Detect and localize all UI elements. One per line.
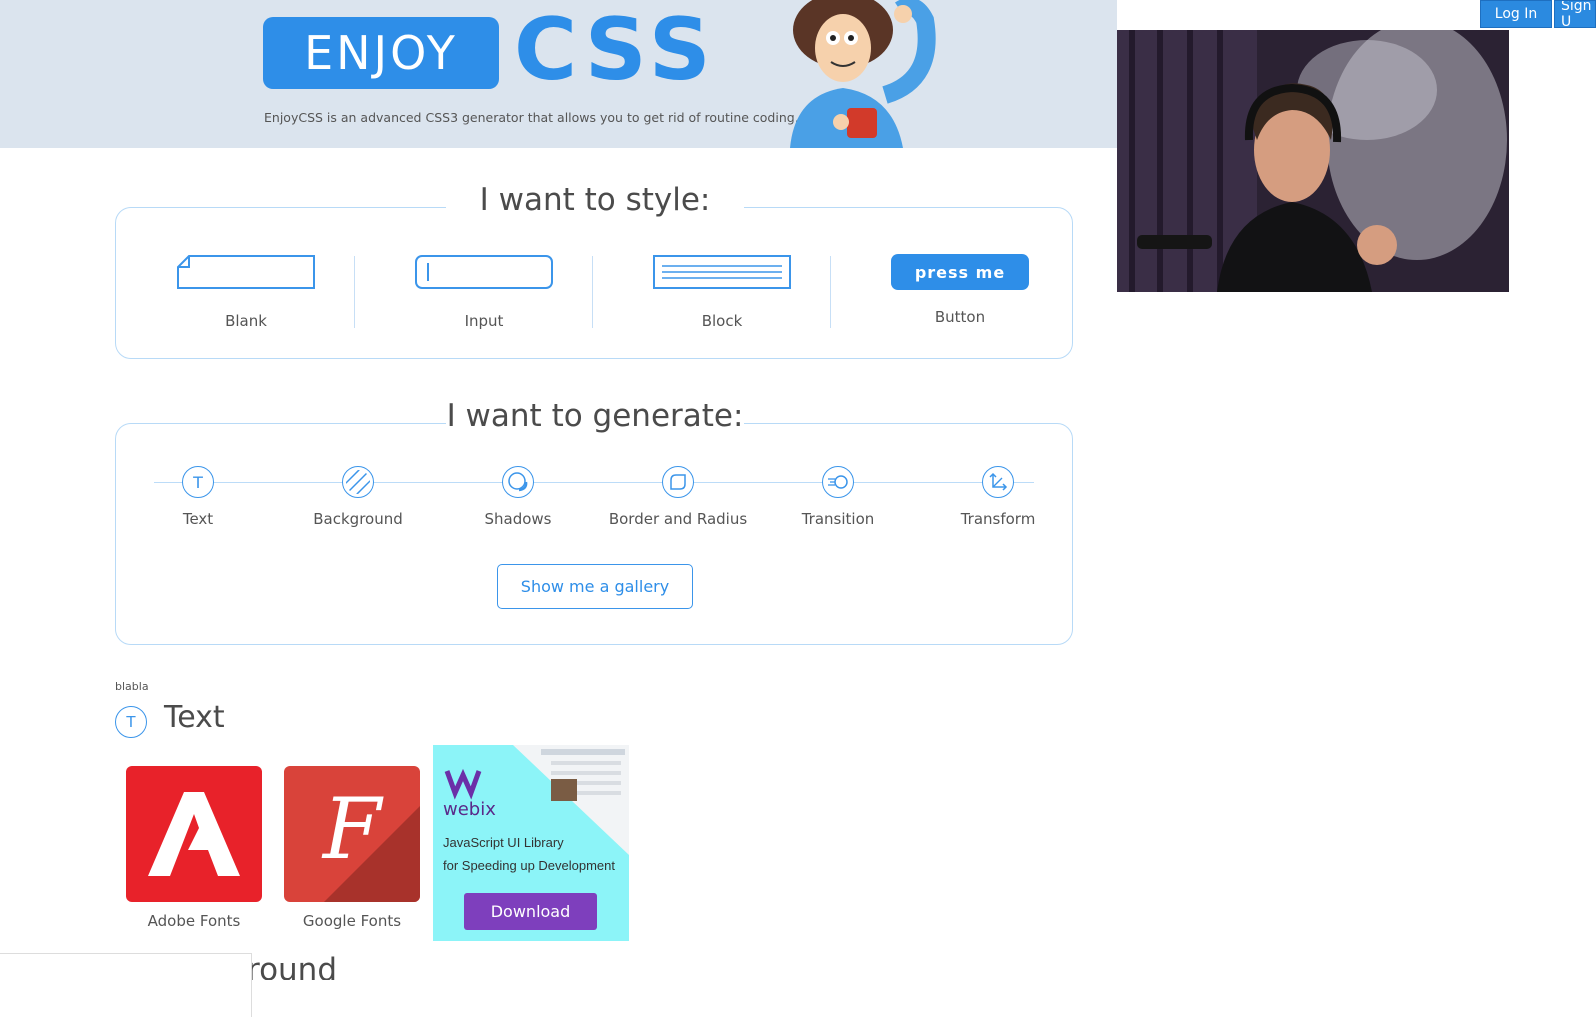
style-option-label: Input bbox=[464, 312, 504, 330]
divider bbox=[354, 256, 355, 328]
input-preview-icon bbox=[415, 255, 553, 289]
ad-brand: webix bbox=[443, 799, 496, 820]
border-radius-icon bbox=[662, 466, 694, 498]
generate-panel: I want to generate: T Text Background Sh… bbox=[115, 398, 1073, 645]
generate-option-text[interactable]: T Text bbox=[118, 466, 278, 528]
button-preview: press me bbox=[891, 254, 1029, 290]
generate-option-background[interactable]: Background bbox=[278, 466, 438, 528]
style-panel-title: I want to style: bbox=[446, 182, 744, 218]
transform-icon bbox=[982, 466, 1014, 498]
blank-preview-icon bbox=[177, 255, 315, 289]
show-gallery-button[interactable]: Show me a gallery bbox=[497, 564, 693, 609]
logo-css[interactable]: CSS bbox=[514, 5, 717, 95]
style-option-button[interactable]: press me Button bbox=[850, 254, 1070, 326]
generate-option-label: Transition bbox=[801, 510, 875, 528]
tagline: EnjoyCSS is an advanced CSS3 generator t… bbox=[264, 110, 799, 125]
generate-option-label: Shadows bbox=[484, 510, 552, 528]
style-panel: I want to style: Blank Input Block press… bbox=[115, 182, 1073, 359]
text-icon: T bbox=[182, 466, 214, 498]
next-section-heading: round bbox=[247, 952, 338, 980]
ad-download-button[interactable]: Download bbox=[464, 893, 597, 930]
generate-option-label: Text bbox=[182, 510, 214, 528]
overlay-photo bbox=[1117, 30, 1509, 292]
generate-option-label: Transform bbox=[960, 510, 1036, 528]
divider bbox=[592, 256, 593, 328]
style-option-label: Block bbox=[701, 312, 743, 330]
ad-line-2: for Speeding up Development bbox=[443, 858, 616, 873]
font-tile-label: Adobe Fonts bbox=[147, 912, 241, 930]
note-text: blabla bbox=[115, 680, 149, 693]
shadows-icon bbox=[502, 466, 534, 498]
generate-option-transform[interactable]: Transform bbox=[918, 466, 1078, 528]
mascot-illustration bbox=[790, 0, 936, 148]
logo-enjoy[interactable]: ENJOY bbox=[263, 17, 499, 89]
text-section-icon: T bbox=[115, 706, 147, 738]
webix-ad[interactable]: webix JavaScript UI Library for Speeding… bbox=[433, 745, 629, 941]
style-option-blank[interactable]: Blank bbox=[136, 254, 356, 330]
font-tile-label: Google Fonts bbox=[302, 912, 402, 930]
signup-button[interactable]: Sign U bbox=[1554, 0, 1596, 28]
ad-description: JavaScript UI Library for Speeding up De… bbox=[443, 831, 615, 877]
divider bbox=[830, 256, 831, 328]
adobe-logo-icon bbox=[148, 792, 240, 876]
generate-option-shadows[interactable]: Shadows bbox=[438, 466, 598, 528]
style-option-input[interactable]: Input bbox=[374, 254, 594, 330]
generate-panel-title: I want to generate: bbox=[446, 398, 744, 434]
generate-option-transition[interactable]: Transition bbox=[758, 466, 918, 528]
transition-icon bbox=[822, 466, 854, 498]
generate-option-label: Border and Radius bbox=[608, 510, 748, 528]
ad-line-1: JavaScript UI Library bbox=[443, 835, 564, 850]
google-fonts-logo-icon: F bbox=[321, 780, 420, 902]
generate-option-border-radius[interactable]: Border and Radius bbox=[598, 466, 758, 528]
text-section-heading: Text bbox=[164, 700, 225, 735]
google-fonts-tile[interactable]: F bbox=[284, 766, 420, 902]
adobe-fonts-tile[interactable] bbox=[126, 766, 262, 902]
login-button[interactable]: Log In bbox=[1480, 0, 1552, 28]
style-option-block[interactable]: Block bbox=[612, 254, 832, 330]
generate-option-label: Background bbox=[313, 510, 403, 528]
style-option-label: Blank bbox=[225, 312, 267, 330]
background-icon bbox=[342, 466, 374, 498]
block-preview-icon bbox=[653, 255, 791, 289]
style-option-label: Button bbox=[934, 308, 986, 326]
bottom-overlay-box bbox=[0, 953, 252, 1017]
svg-text:F: F bbox=[321, 780, 384, 878]
